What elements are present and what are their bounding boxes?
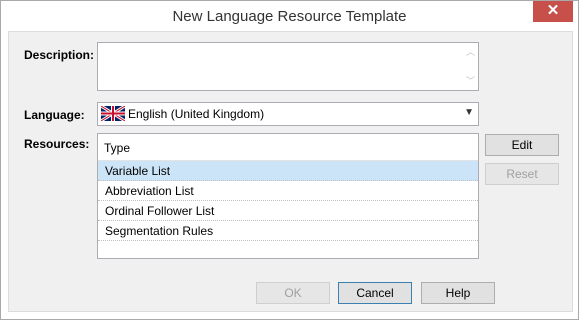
chevron-down-icon[interactable]: ▼ — [464, 107, 474, 118]
ok-button[interactable]: OK — [256, 282, 330, 304]
help-button[interactable]: Help — [421, 282, 495, 304]
resources-label: Resources: — [24, 137, 90, 151]
list-item[interactable]: Segmentation Rules — [98, 221, 478, 241]
dialog-body: Description: ︿ ﹀ Language: English (Unit… — [8, 31, 573, 312]
description-scrollbar[interactable]: ︿ ﹀ — [463, 43, 478, 90]
list-item[interactable]: Abbreviation List — [98, 181, 478, 201]
reset-button[interactable]: Reset — [485, 163, 559, 185]
language-value: English (United Kingdom) — [128, 107, 265, 121]
list-item-label: Abbreviation List — [105, 184, 194, 198]
description-textarea[interactable]: ︿ ﹀ — [97, 42, 479, 91]
title-bar: New Language Resource Template ✕ — [1, 1, 578, 31]
close-icon: ✕ — [546, 2, 560, 19]
list-item-label: Segmentation Rules — [105, 224, 214, 238]
language-label: Language: — [24, 108, 85, 122]
list-item[interactable]: Ordinal Follower List — [98, 201, 478, 221]
list-item-label: Ordinal Follower List — [105, 204, 215, 218]
resources-column-header[interactable]: Type — [98, 134, 478, 161]
union-jack-flag-icon — [101, 106, 125, 121]
list-item[interactable]: Variable List — [98, 161, 478, 181]
dialog-window: New Language Resource Template ✕ Descrip… — [0, 0, 579, 320]
language-dropdown[interactable]: English (United Kingdom) ▼ — [97, 102, 479, 126]
close-button[interactable]: ✕ — [533, 1, 573, 22]
cancel-button[interactable]: Cancel — [338, 282, 412, 304]
column-header-type: Type — [104, 141, 131, 155]
scroll-down-arrow-icon[interactable]: ﹀ — [463, 74, 478, 87]
resources-list[interactable]: Type Variable List Abbreviation List Ord… — [97, 133, 479, 259]
list-item-label: Variable List — [105, 164, 171, 178]
dialog-title: New Language Resource Template — [172, 8, 407, 25]
edit-button[interactable]: Edit — [485, 134, 559, 156]
scroll-up-arrow-icon[interactable]: ︿ — [463, 45, 478, 58]
description-label: Description: — [24, 48, 95, 62]
